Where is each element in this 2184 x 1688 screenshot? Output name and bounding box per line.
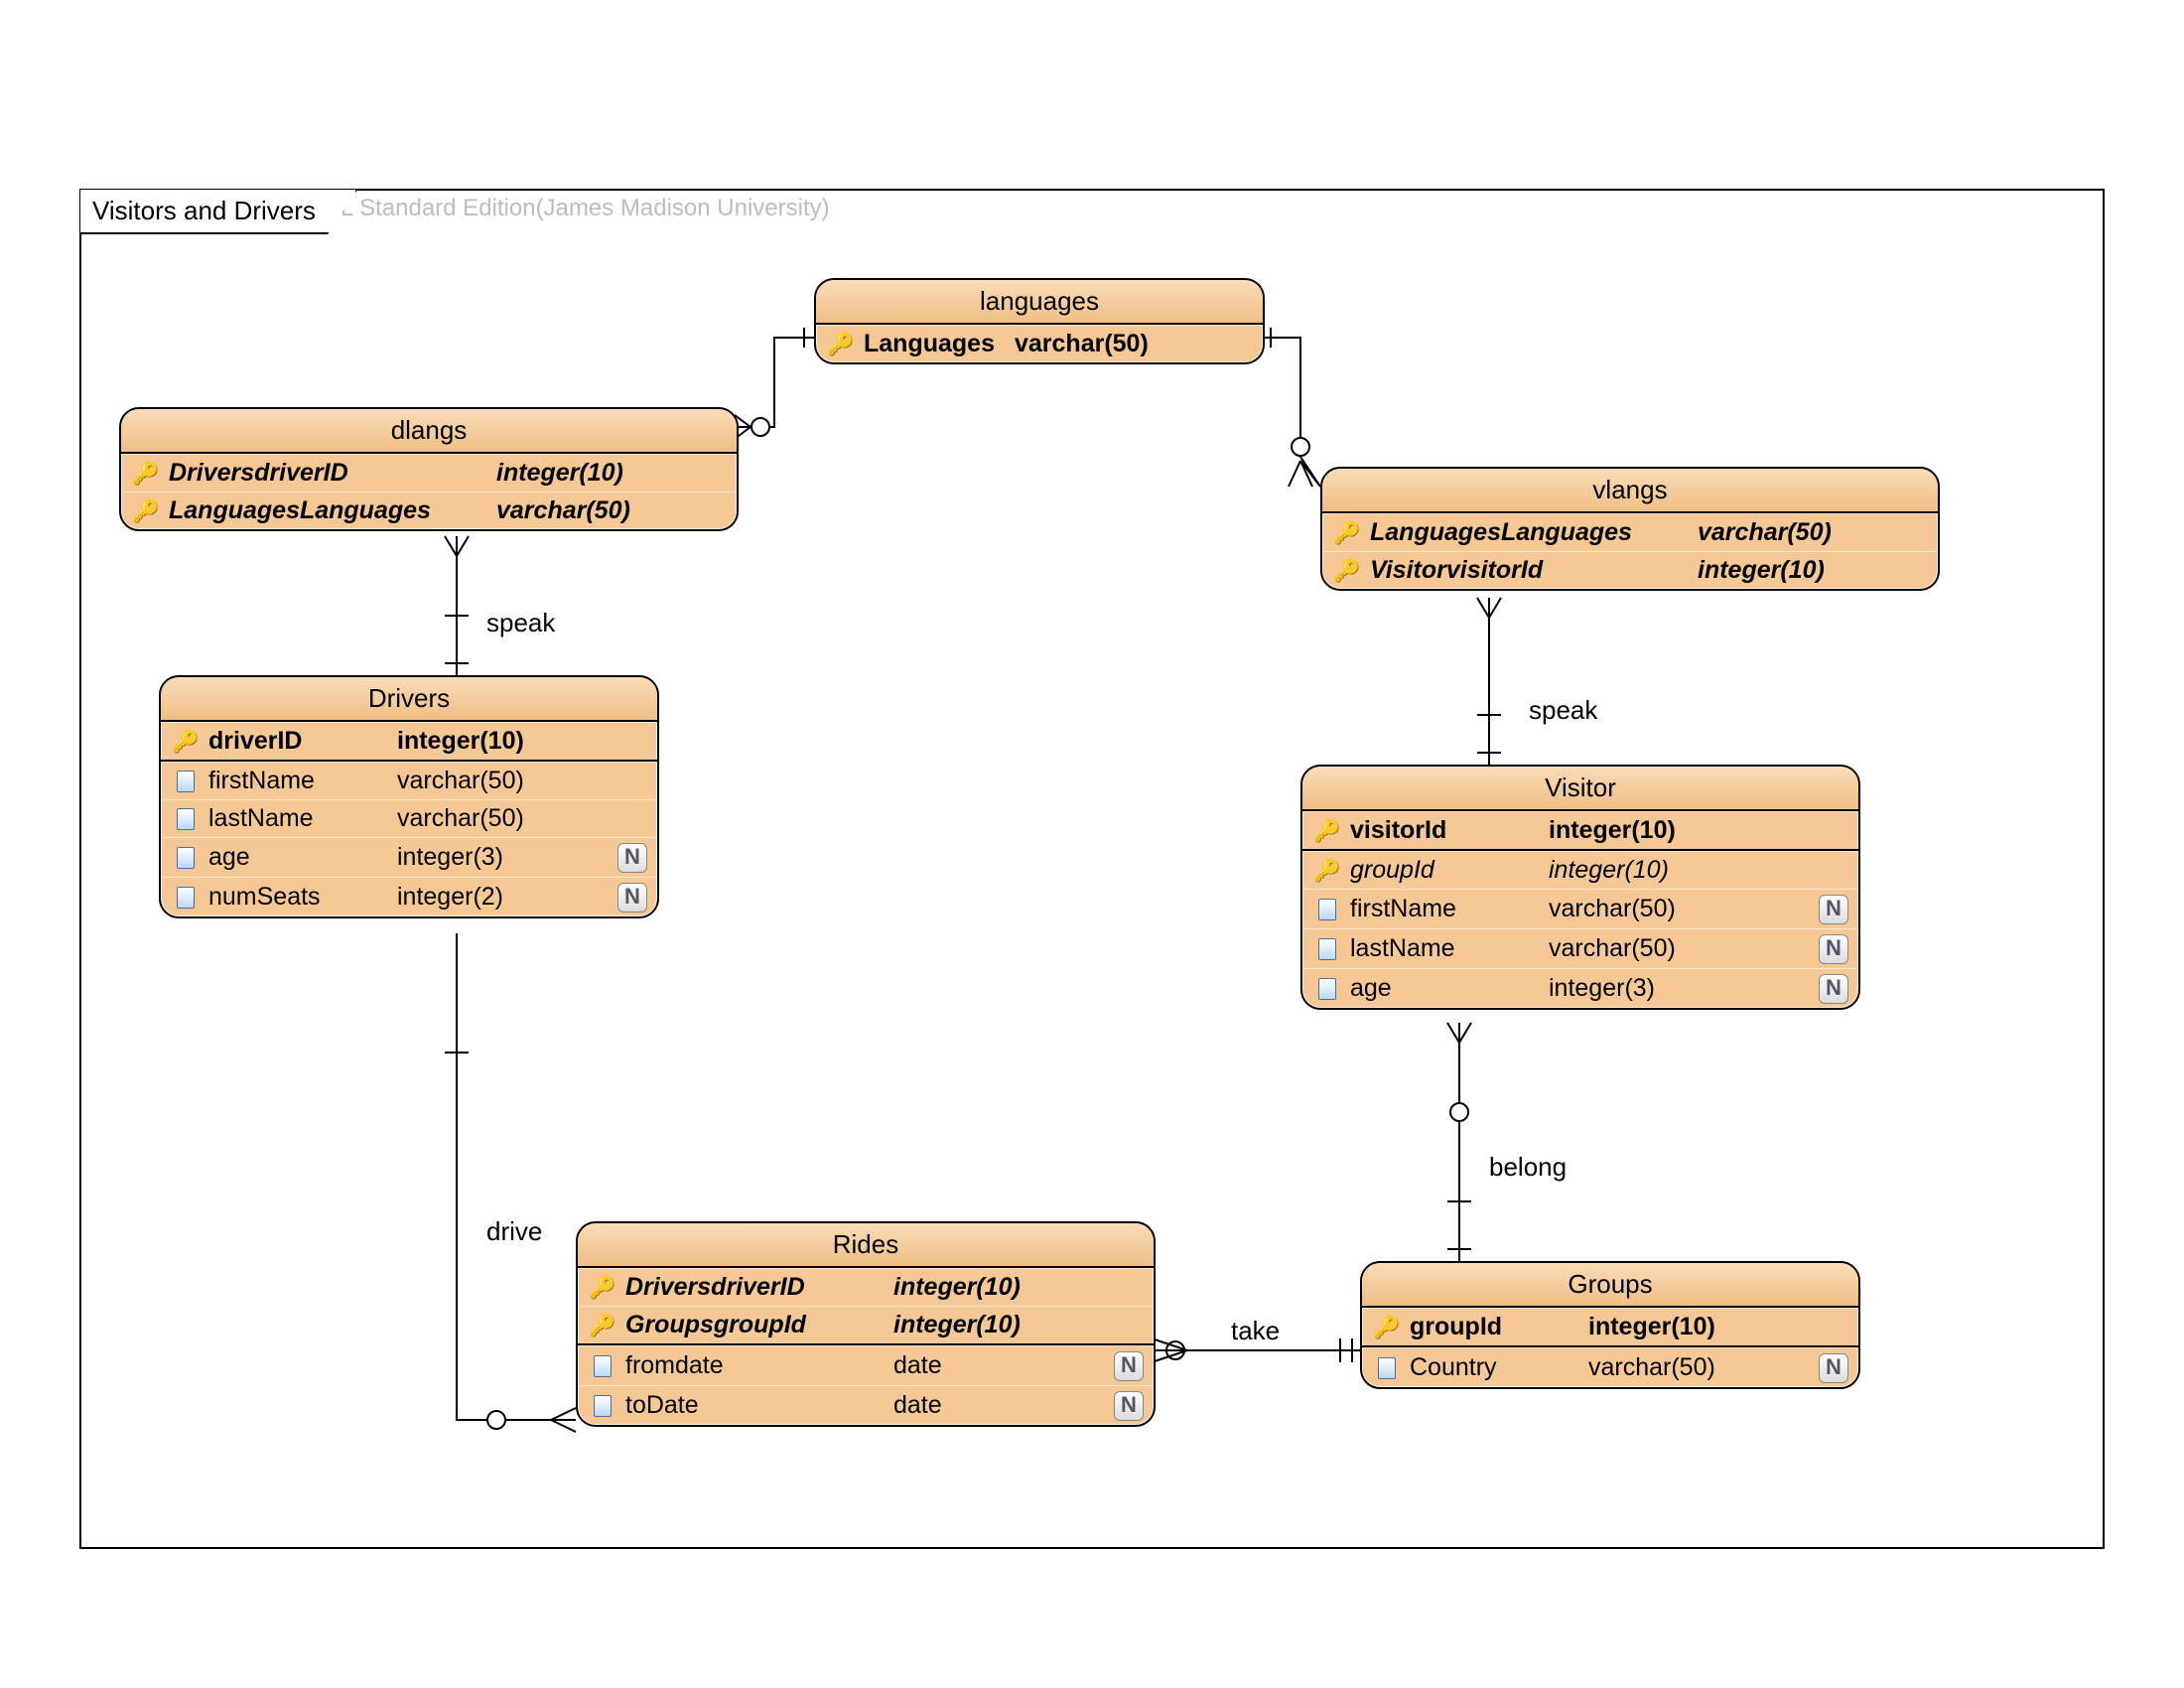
col-name: fromdate [625,1351,893,1380]
col-type: varchar(50) [496,496,630,525]
fk-icon: 🔑 [1332,558,1362,584]
entity-title: languages [816,280,1263,325]
col-name: toDate [625,1391,893,1420]
col-type: integer(10) [1698,556,1825,585]
col-type: date [893,1391,1013,1420]
nullable-badge: N [1114,1351,1144,1381]
nullable-badge: N [1819,1353,1848,1383]
relation-label-speak: speak [1529,695,1597,726]
relation-label-speak: speak [486,608,555,638]
col-name: driverID [208,727,397,756]
entity-drivers[interactable]: Drivers 🔑 driverID integer(10) firstName… [159,675,659,918]
column-icon [588,1391,617,1420]
col-name: Languages [864,330,1015,358]
key-icon: 🔑 [1372,1315,1402,1340]
col-name: DriversdriverID [625,1273,893,1302]
col-name: lastName [1350,934,1549,963]
entity-visitor[interactable]: Visitor 🔑 visitorId integer(10) 🔑 groupI… [1300,765,1860,1010]
column-icon [1312,934,1342,963]
col-type: integer(3) [1549,974,1717,1003]
col-type: integer(10) [1549,816,1676,845]
col-type: integer(10) [893,1311,1021,1339]
col-type: integer(10) [1549,856,1669,885]
key-icon: 🔑 [171,729,201,755]
col-type: varchar(50) [1015,330,1149,358]
column-icon [171,883,201,912]
nullable-badge: N [1819,974,1848,1004]
entity-title: Drivers [161,677,657,722]
key-icon: 🔑 [1312,818,1342,844]
nullable-badge: N [1819,934,1848,964]
entity-groups[interactable]: Groups 🔑 groupId integer(10) Country var… [1360,1261,1860,1389]
col-type: varchar(50) [1588,1353,1757,1382]
col-type: varchar(50) [1549,895,1717,923]
col-type: integer(2) [397,883,503,912]
col-type: varchar(50) [1698,518,1832,547]
frame-title: Visitors and Drivers [80,190,357,234]
col-type: varchar(50) [397,767,524,795]
column-icon [171,843,201,872]
key-icon: 🔑 [826,332,856,357]
entity-languages[interactable]: languages 🔑 Languages varchar(50) [814,278,1265,364]
entity-rides[interactable]: Rides 🔑 DriversdriverID integer(10) 🔑 Gr… [576,1221,1156,1427]
column-icon [171,804,201,833]
fk-icon: 🔑 [1332,520,1362,546]
fk-icon: 🔑 [131,498,161,524]
col-name: lastName [208,804,397,833]
fk-icon: 🔑 [1312,858,1342,884]
column-icon [171,767,201,795]
col-name: groupId [1410,1313,1588,1341]
entity-vlangs[interactable]: vlangs 🔑 LanguagesLanguages varchar(50) … [1320,467,1940,591]
relation-label-belong: belong [1489,1152,1567,1183]
relation-label-drive: drive [486,1216,542,1247]
entity-title: Groups [1362,1263,1858,1308]
col-name: GroupsgroupId [625,1311,893,1339]
entity-title: Visitor [1302,767,1858,811]
col-name: firstName [208,767,397,795]
col-type: integer(10) [496,459,623,488]
nullable-badge: N [617,843,647,873]
col-name: groupId [1350,856,1549,885]
fk-icon: 🔑 [131,461,161,487]
entity-title: Rides [578,1223,1154,1268]
col-name: numSeats [208,883,397,912]
fk-icon: 🔑 [588,1275,617,1301]
entity-dlangs[interactable]: dlangs 🔑 DriversdriverID integer(10) 🔑 L… [119,407,739,531]
entity-title: dlangs [121,409,737,454]
col-type: varchar(50) [397,804,524,833]
column-icon [1372,1353,1402,1382]
col-name: LanguagesLanguages [1370,518,1698,547]
col-name: Country [1410,1353,1588,1382]
col-name: LanguagesLanguages [169,496,496,525]
col-type: varchar(50) [1549,934,1717,963]
nullable-badge: N [617,883,647,913]
fk-icon: 🔑 [588,1313,617,1338]
col-name: VisitorvisitorId [1370,556,1698,585]
entity-title: vlangs [1322,469,1938,513]
relation-label-take: take [1231,1316,1280,1346]
col-type: integer(10) [1588,1313,1715,1341]
col-type: integer(3) [397,843,503,872]
nullable-badge: N [1819,895,1848,924]
col-name: firstName [1350,895,1549,923]
nullable-badge: N [1114,1391,1144,1421]
col-name: age [208,843,397,872]
col-name: age [1350,974,1549,1003]
column-icon [1312,895,1342,923]
col-name: DriversdriverID [169,459,496,488]
col-type: date [893,1351,1013,1380]
column-icon [1312,974,1342,1003]
col-type: integer(10) [397,727,524,756]
col-name: visitorId [1350,816,1549,845]
column-icon [588,1351,617,1380]
col-type: integer(10) [893,1273,1021,1302]
